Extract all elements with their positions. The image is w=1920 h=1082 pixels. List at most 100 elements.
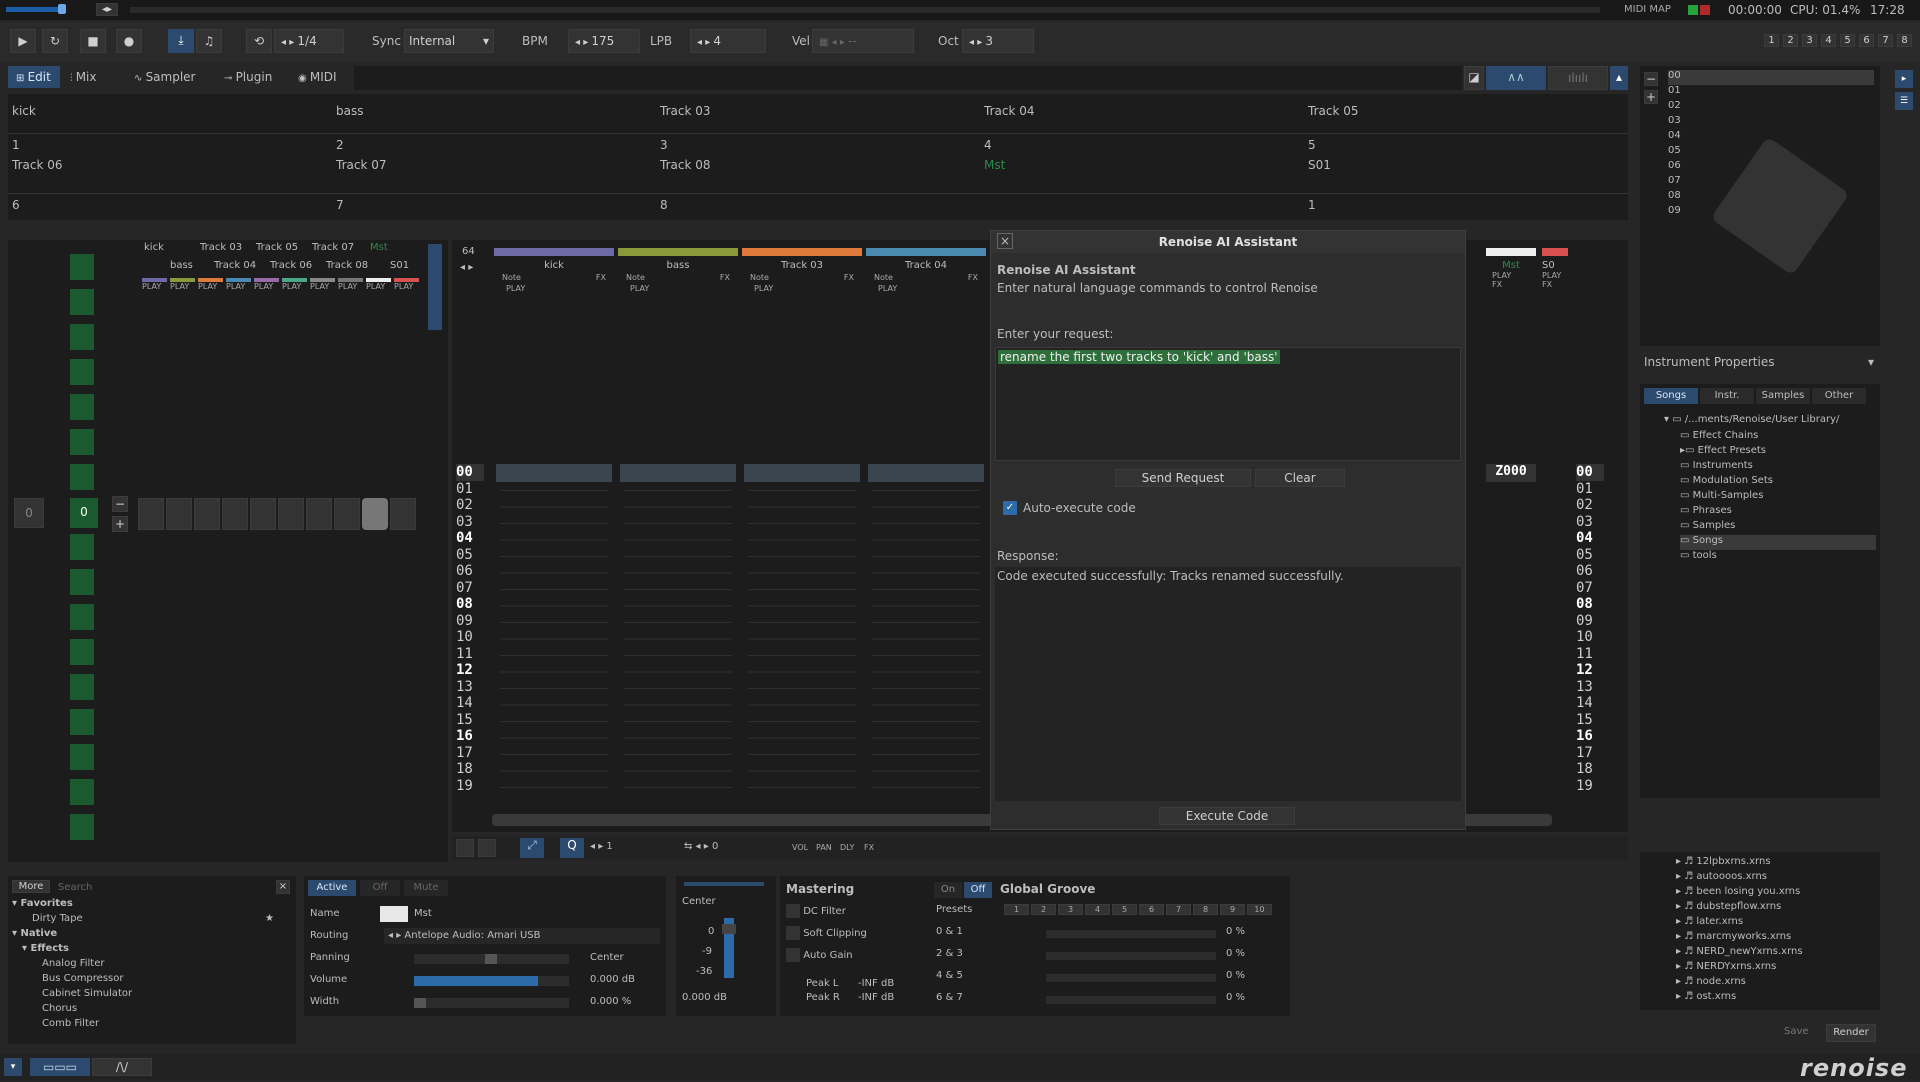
instrument-properties-header[interactable]: Instrument Properties ▾ <box>1640 352 1880 372</box>
send-request-button[interactable]: Send Request <box>1115 469 1251 487</box>
track-cell[interactable]: Track 06 <box>8 154 332 193</box>
collapse-button[interactable]: ▴ <box>1610 66 1628 90</box>
metronome-button[interactable]: ♫ <box>196 29 222 53</box>
panning-slider[interactable] <box>414 954 569 964</box>
preset-button[interactable]: 10 <box>1247 904 1272 915</box>
undo-button[interactable]: ⟲ <box>246 29 272 53</box>
matrix-track-play[interactable]: PLAY <box>338 278 363 291</box>
track-cell[interactable]: Track 03 <box>656 94 980 133</box>
dsp-item[interactable]: Cabinet Simulator <box>12 988 274 1003</box>
matrix-track-play[interactable]: PLAY <box>198 278 223 291</box>
pattern-slot[interactable] <box>306 498 332 530</box>
dsp-item[interactable]: Chorus <box>12 1003 274 1018</box>
folder-item[interactable]: ▭ Songs <box>1680 535 1876 550</box>
star-icon[interactable]: ★ <box>265 913 274 924</box>
groove-slider[interactable] <box>1046 930 1216 938</box>
dsp-item[interactable]: Comb Filter <box>12 1018 274 1033</box>
record-button[interactable]: ● <box>116 29 142 53</box>
groove-off-toggle[interactable]: Off <box>964 882 992 898</box>
page-button[interactable]: 8 <box>1897 34 1912 47</box>
pattern-slot[interactable] <box>138 498 164 530</box>
tab-sampler[interactable]: ∿ Sampler <box>126 66 214 90</box>
folder-item[interactable]: ▭ Phrases <box>1680 505 1876 520</box>
execute-code-button[interactable]: Execute Code <box>1159 807 1295 825</box>
sequence-add-button[interactable]: + <box>112 516 128 532</box>
width-slider[interactable] <box>414 998 569 1008</box>
track-cell[interactable]: S01 <box>1304 154 1628 193</box>
instrument-item[interactable]: 01 <box>1668 85 1874 100</box>
preset-button[interactable]: 9 <box>1220 904 1245 915</box>
tree-group-favorites[interactable]: ▾ Favorites <box>12 898 274 913</box>
matrix-track-play[interactable]: PLAY <box>282 278 307 291</box>
file-item[interactable]: ▸ ♬ autoooos.xrns <box>1676 871 1872 886</box>
pattern-slot[interactable] <box>194 498 220 530</box>
pattern-slot[interactable] <box>166 498 192 530</box>
stop-button[interactable]: ■ <box>80 29 106 53</box>
active-toggle[interactable]: Active <box>308 880 356 896</box>
track-column-track04[interactable]: Track 04 Note FX PLAY <box>866 248 986 818</box>
render-button[interactable]: Render <box>1826 1024 1876 1042</box>
page-button[interactable]: 1 <box>1764 34 1779 47</box>
track-column-kick[interactable]: kick Note FX PLAY <box>494 248 614 818</box>
more-button[interactable]: More <box>12 880 50 893</box>
sequence-remove-button[interactable]: − <box>112 496 128 512</box>
tree-group-native[interactable]: ▾ Native <box>12 928 274 943</box>
loop-play-button[interactable]: ↻ <box>42 29 68 53</box>
track-color-swatch[interactable] <box>380 906 408 922</box>
track-cell[interactable]: kick <box>8 94 332 133</box>
master-volume-slider[interactable] <box>58 4 66 14</box>
lpb-spinner[interactable]: ◂ ▸ 4 <box>690 29 766 53</box>
automation-view-button[interactable]: ∕\∕ <box>92 1058 152 1076</box>
matrix-track-play[interactable]: PLAY <box>254 278 279 291</box>
search-input[interactable]: Search <box>58 882 92 893</box>
pattern-slot[interactable] <box>250 498 276 530</box>
play-button[interactable]: ▶ <box>10 29 36 53</box>
pan-slider[interactable] <box>684 882 764 886</box>
file-item[interactable]: ▸ ♬ later.xrns <box>1676 916 1872 931</box>
lower-frame-toggle[interactable]: ▾ <box>4 1058 22 1076</box>
instrument-item[interactable]: 02 <box>1668 100 1874 115</box>
sequence-pattern-field[interactable]: 0 <box>70 498 98 528</box>
browser-path[interactable]: ▾ ▭ /...ments/Renoise/User Library/ <box>1664 414 1876 425</box>
folder-item[interactable]: ▭ Modulation Sets <box>1680 475 1876 490</box>
pattern-slot[interactable] <box>278 498 304 530</box>
pattern-slot[interactable] <box>390 498 416 530</box>
panel-toggle-button[interactable]: ▸ <box>1895 70 1913 88</box>
preset-button[interactable]: 2 <box>1031 904 1056 915</box>
spectrum-view-button[interactable]: ılıılı <box>1548 66 1608 90</box>
tab-plugin[interactable]: ⊸ Plugin <box>216 66 288 90</box>
instrument-add-button[interactable]: + <box>1644 90 1658 104</box>
quantize-button[interactable]: Q <box>560 838 584 858</box>
matrix-track-play[interactable]: PLAY <box>366 278 391 291</box>
page-button[interactable]: 7 <box>1878 34 1893 47</box>
tab-midi[interactable]: ◉ MIDI <box>290 66 352 90</box>
clear-search-button[interactable]: × <box>276 880 290 894</box>
tab-samples[interactable]: Samples <box>1756 388 1810 404</box>
track-cell[interactable]: Track 04 <box>980 94 1304 133</box>
step-spinner[interactable]: ⇆ ◂ ▸ 0 <box>684 841 718 852</box>
list-view-button[interactable]: ☰ <box>1895 92 1913 110</box>
preset-button[interactable]: 4 <box>1085 904 1110 915</box>
folder-item[interactable]: ▭ Instruments <box>1680 460 1876 475</box>
tab-mix[interactable]: ⫶ Mix <box>62 66 124 90</box>
track-name-field[interactable]: Mst <box>414 908 432 919</box>
groove-slider[interactable] <box>1046 974 1216 982</box>
tab-edit[interactable]: ⊞ Edit <box>8 66 60 88</box>
scope-view-button[interactable]: ∧∧ <box>1486 66 1546 90</box>
file-item[interactable]: ▸ ♬ NERD_newYxrns.xrns <box>1676 946 1872 961</box>
preset-button[interactable]: 1 <box>1004 904 1029 915</box>
scope-toggle-button[interactable]: ◂▸ <box>96 3 118 16</box>
matrix-track-play[interactable]: PLAY <box>310 278 335 291</box>
track-column-master[interactable]: Mst PLAY FX Z000 <box>1486 248 1536 818</box>
groove-slider[interactable] <box>1046 952 1216 960</box>
midi-map-label[interactable]: MIDI MAP <box>1624 4 1671 15</box>
octave-spinner[interactable]: ◂ ▸ 3 <box>962 29 1034 53</box>
preset-button[interactable]: 7 <box>1166 904 1191 915</box>
soft-clipping-toggle[interactable]: Soft Clipping <box>786 926 867 940</box>
instrument-item[interactable]: 00 <box>1668 70 1874 85</box>
file-item[interactable]: ▸ ♬ marcmyworks.xrns <box>1676 931 1872 946</box>
file-item[interactable]: ▸ ♬ node.xrns <box>1676 976 1872 991</box>
preset-button[interactable]: 6 <box>1139 904 1164 915</box>
folder-item[interactable]: ▭ tools <box>1680 550 1876 565</box>
track-dsp-view-button[interactable]: ▭▭▭ <box>30 1058 90 1076</box>
